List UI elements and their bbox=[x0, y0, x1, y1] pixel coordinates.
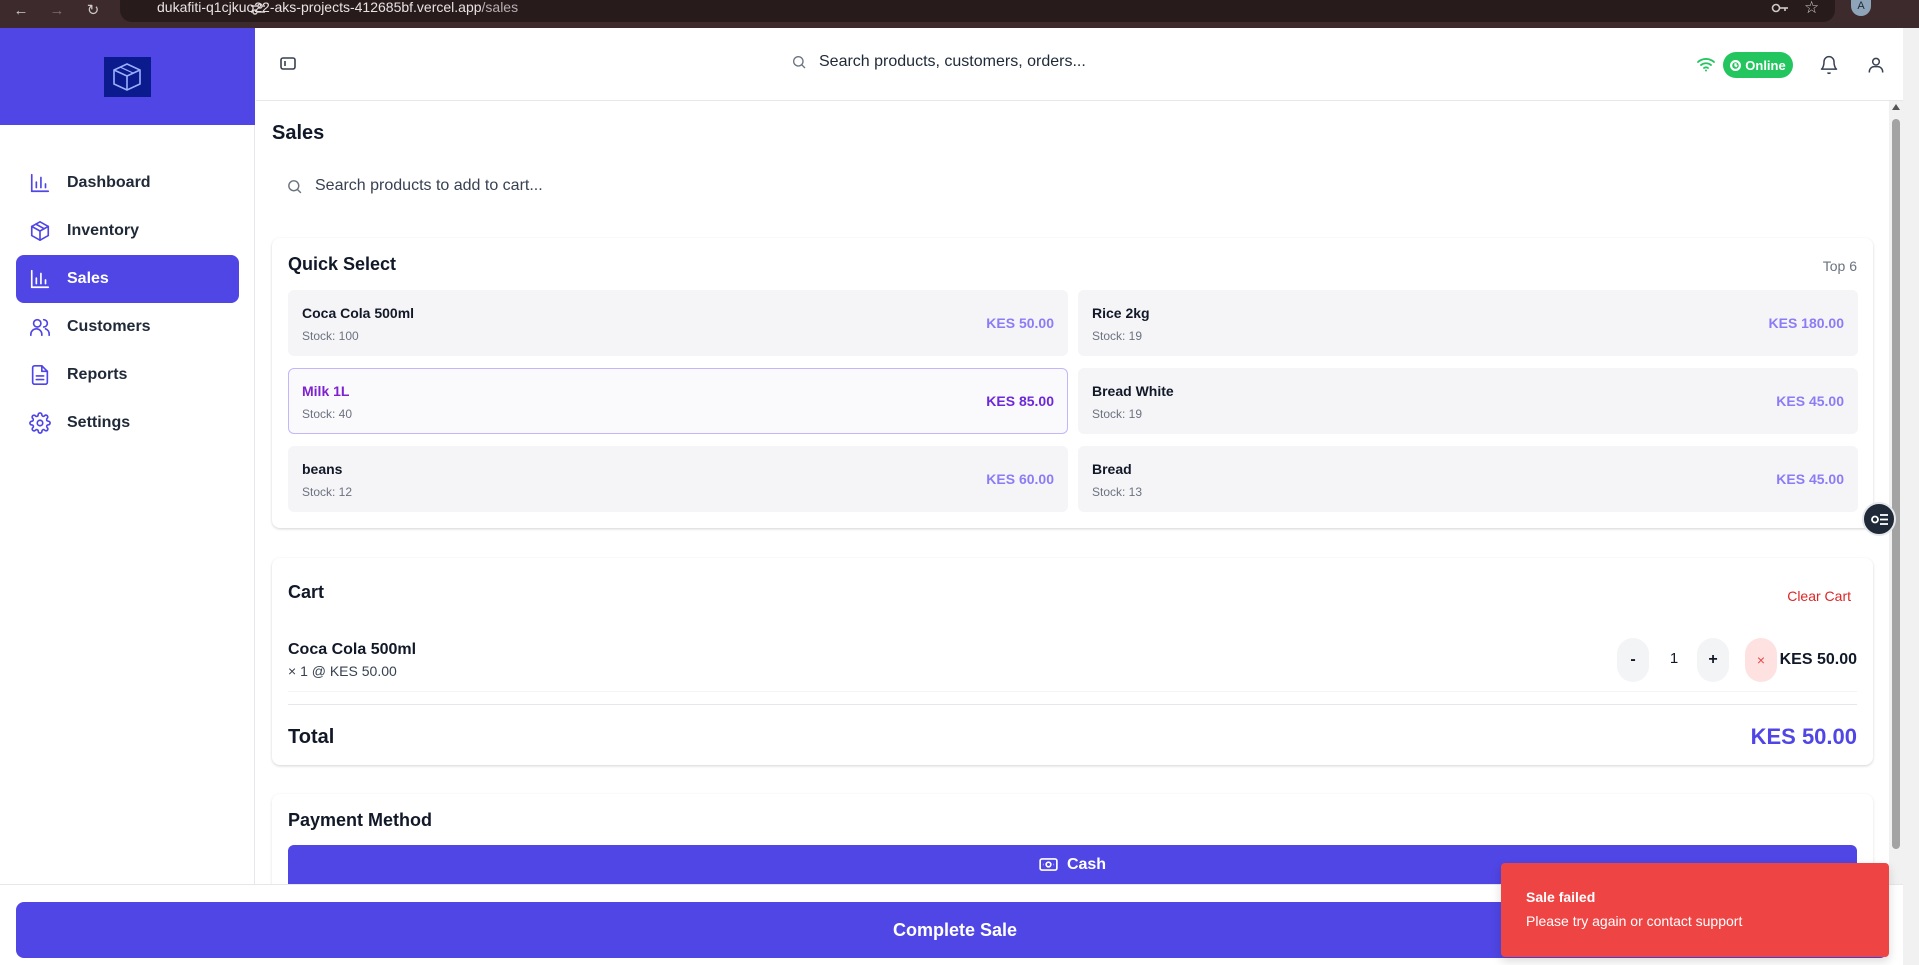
user-icon[interactable] bbox=[1866, 55, 1886, 75]
product-stock: Stock: 40 bbox=[302, 407, 353, 421]
product-stock: Stock: 13 bbox=[1092, 485, 1143, 499]
increase-qty-button[interactable]: + bbox=[1697, 638, 1729, 682]
product-price: KES 45.00 bbox=[1776, 471, 1844, 487]
product-stock: Stock: 12 bbox=[302, 485, 353, 499]
payment-method-title: Payment Method bbox=[288, 810, 433, 830]
key-icon[interactable] bbox=[1771, 1, 1789, 15]
bar-chart-icon bbox=[30, 269, 50, 289]
sidebar-item-dashboard[interactable]: Dashboard bbox=[16, 159, 239, 207]
toggle-list-icon bbox=[1871, 514, 1888, 525]
cart-item-total: KES 50.00 bbox=[1779, 651, 1857, 668]
divider bbox=[288, 691, 1857, 692]
scrollbar-thumb[interactable] bbox=[1892, 119, 1900, 849]
users-icon bbox=[30, 318, 50, 337]
app-logo[interactable] bbox=[104, 57, 151, 97]
sidebar-item-label: Settings bbox=[67, 414, 131, 431]
product-name: Coca Cola 500ml bbox=[302, 305, 415, 321]
cart-card: Cart Clear Cart Coca Cola 500ml × 1 @ KE… bbox=[272, 558, 1873, 765]
wifi-icon bbox=[1697, 58, 1715, 72]
product-price: KES 45.00 bbox=[1776, 393, 1844, 409]
product-tile[interactable]: Coca Cola 500ml Stock: 100 KES 50.00 bbox=[288, 290, 1068, 356]
product-stock: Stock: 19 bbox=[1092, 407, 1143, 421]
cube-logo-icon bbox=[113, 63, 141, 91]
online-status-label: Online bbox=[1745, 57, 1786, 73]
sidebar-item-inventory[interactable]: Inventory bbox=[16, 207, 239, 255]
product-price: KES 60.00 bbox=[986, 471, 1054, 487]
clock-icon bbox=[1730, 59, 1742, 71]
gear-icon bbox=[29, 412, 51, 434]
error-toast[interactable]: Sale failed Please try again or contact … bbox=[1501, 863, 1889, 957]
product-name: beans bbox=[302, 461, 343, 477]
search-icon bbox=[288, 179, 302, 193]
top-bar: Search products, customers, orders... On… bbox=[256, 28, 1903, 101]
decrease-qty-button[interactable]: - bbox=[1617, 638, 1649, 682]
sidebar-item-label: Customers bbox=[67, 318, 151, 335]
product-price: KES 85.00 bbox=[986, 393, 1054, 409]
product-stock: Stock: 100 bbox=[302, 329, 359, 343]
product-tile[interactable]: Rice 2kg Stock: 19 KES 180.00 bbox=[1078, 290, 1858, 356]
sidebar: Dashboard Inventory Sales Customers Repo… bbox=[0, 28, 255, 884]
remove-item-button[interactable]: × bbox=[1745, 638, 1777, 682]
sidebar-item-label: Sales bbox=[67, 270, 109, 287]
product-price: KES 180.00 bbox=[1768, 315, 1845, 331]
product-name: Milk 1L bbox=[302, 383, 350, 399]
product-tile[interactable]: Bread Stock: 13 KES 45.00 bbox=[1078, 446, 1858, 512]
product-search[interactable]: Search products to add to cart... bbox=[286, 177, 543, 195]
quick-select-title: Quick Select bbox=[288, 254, 397, 274]
sidebar-item-label: Dashboard bbox=[67, 174, 151, 191]
reload-icon[interactable]: ↻ bbox=[84, 2, 102, 20]
toast-message: Please try again or contact support bbox=[1526, 913, 1743, 929]
product-tile[interactable]: Milk 1L Stock: 40 KES 85.00 bbox=[288, 368, 1068, 434]
clear-cart-button[interactable]: Clear Cart bbox=[1787, 588, 1851, 604]
toast-title: Sale failed bbox=[1526, 889, 1596, 905]
cart-title: Cart bbox=[288, 582, 325, 602]
browser-chrome: ← → ↻ dukafiti-q1cjkuo22-aks-projects-41… bbox=[0, 0, 1919, 28]
product-stock: Stock: 19 bbox=[1092, 329, 1143, 343]
online-status-badge: Online bbox=[1723, 52, 1793, 78]
forward-icon[interactable]: → bbox=[48, 2, 66, 20]
page-title: Sales bbox=[272, 122, 325, 144]
sidebar-item-customers[interactable]: Customers bbox=[16, 303, 239, 351]
sidebar-item-sales[interactable]: Sales bbox=[16, 255, 239, 303]
product-price: KES 50.00 bbox=[986, 315, 1054, 331]
bookmark-star-icon[interactable]: ☆ bbox=[1804, 0, 1819, 18]
sidebar-item-label: Inventory bbox=[67, 222, 140, 239]
sidebar-toggle-icon[interactable] bbox=[280, 57, 296, 70]
total-label: Total bbox=[288, 726, 335, 748]
product-tile[interactable]: Bread White Stock: 19 KES 45.00 bbox=[1078, 368, 1858, 434]
cart-item-qty: 1 bbox=[1669, 650, 1679, 667]
box-icon bbox=[30, 221, 50, 241]
banknote-icon bbox=[1039, 858, 1058, 871]
cart-item-name: Coca Cola 500ml bbox=[288, 641, 417, 658]
bell-icon[interactable] bbox=[1819, 55, 1839, 75]
bar-chart-icon bbox=[30, 173, 50, 193]
payment-cash-label: Cash bbox=[1066, 855, 1107, 873]
sidebar-item-reports[interactable]: Reports bbox=[16, 351, 239, 399]
scroll-up-arrow[interactable] bbox=[1892, 104, 1900, 110]
search-icon bbox=[793, 56, 806, 69]
product-name: Bread White bbox=[1092, 383, 1174, 399]
main-scrollbar[interactable] bbox=[1889, 101, 1903, 884]
product-name: Rice 2kg bbox=[1092, 305, 1150, 321]
back-icon[interactable]: ← bbox=[12, 2, 30, 20]
floating-tools-button[interactable] bbox=[1862, 502, 1896, 536]
product-search-input[interactable]: Search products to add to cart... bbox=[315, 177, 543, 195]
profile-avatar[interactable]: A bbox=[1851, 0, 1871, 16]
url-text: dukafiti-q1cjkuo22-aks-projects-412685bf… bbox=[157, 0, 519, 15]
complete-sale-label: Complete Sale bbox=[893, 919, 1018, 940]
top-products-label: Top 6 bbox=[1822, 258, 1857, 274]
sidebar-item-settings[interactable]: Settings bbox=[16, 399, 239, 447]
divider bbox=[288, 704, 1857, 705]
product-tile[interactable]: beans Stock: 12 KES 60.00 bbox=[288, 446, 1068, 512]
quick-select-card: Quick Select Top 6 Coca Cola 500ml Stock… bbox=[272, 238, 1873, 528]
total-value: KES 50.00 bbox=[1750, 724, 1857, 749]
brand-header bbox=[0, 28, 255, 125]
product-name: Bread bbox=[1092, 461, 1132, 477]
sidebar-item-label: Reports bbox=[67, 366, 128, 383]
global-search-input[interactable]: Search products, customers, orders... bbox=[819, 53, 1086, 71]
cart-item-unit-price: × 1 @ KES 50.00 bbox=[288, 663, 397, 679]
global-search[interactable]: Search products, customers, orders... bbox=[791, 53, 1086, 71]
window-edge bbox=[1903, 28, 1919, 965]
file-text-icon bbox=[31, 365, 49, 385]
